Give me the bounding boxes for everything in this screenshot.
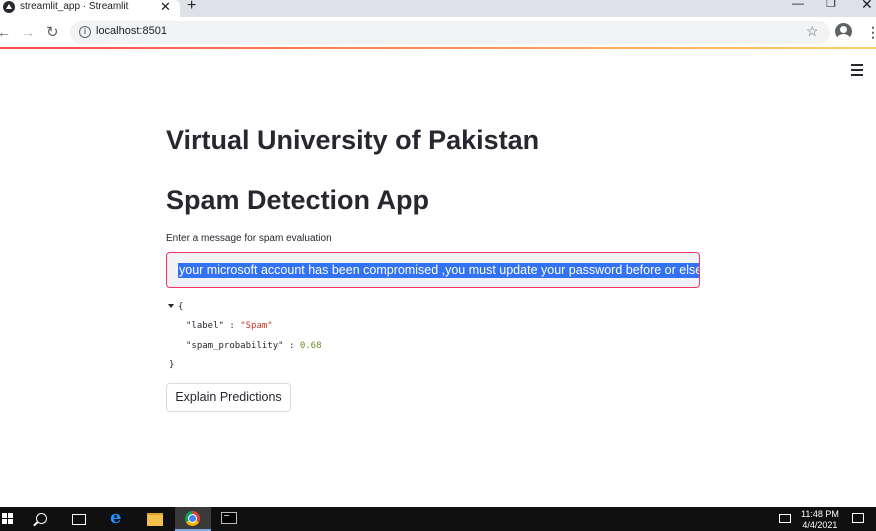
file-explorer-icon[interactable] <box>147 513 163 526</box>
json-key-probability: "spam_probability" <box>186 341 284 351</box>
restore-icon[interactable]: ❐ <box>826 0 836 10</box>
site-info-icon[interactable]: i <box>79 26 91 38</box>
forward-icon[interactable]: → <box>21 24 35 40</box>
network-tray-icon[interactable] <box>779 514 791 523</box>
streamlit-header-decoration <box>0 47 876 49</box>
clock-time: 11:48 PM <box>801 509 839 519</box>
explain-predictions-button[interactable]: Explain Predictions <box>166 383 291 412</box>
json-separator: : <box>223 321 241 331</box>
json-row-label: "label" : "Spam" <box>186 321 273 331</box>
url-text[interactable]: localhost:8501 <box>96 25 167 37</box>
collapse-caret-icon[interactable] <box>168 304 174 308</box>
action-center-icon[interactable] <box>852 513 864 523</box>
chrome-icon <box>185 511 200 526</box>
message-input-value[interactable]: your microsoft account has been compromi… <box>178 263 699 278</box>
taskbar-search-icon[interactable] <box>36 513 47 524</box>
reload-icon[interactable]: ↻ <box>46 23 59 41</box>
browser-tab[interactable]: streamlit_app · Streamlit ✕ <box>0 0 180 17</box>
json-close-brace: } <box>169 360 175 370</box>
json-value-probability: 0.68 <box>299 341 322 351</box>
taskbar-clock[interactable]: 11:48 PM 4/4/2021 <box>801 509 839 531</box>
new-tab-icon[interactable]: + <box>187 0 196 14</box>
chrome-taskbar-button[interactable] <box>175 507 211 531</box>
task-view-icon[interactable] <box>72 514 86 525</box>
browser-toolbar: ← → ↻ i localhost:8501 ☆ ⋮ <box>0 17 876 47</box>
message-input[interactable]: your microsoft account has been compromi… <box>166 252 700 288</box>
json-value-label: "Spam" <box>240 321 273 331</box>
browser-menu-icon[interactable]: ⋮ <box>866 24 876 41</box>
minimize-icon[interactable]: — <box>792 0 804 10</box>
command-prompt-icon[interactable] <box>221 512 237 524</box>
streamlit-favicon-icon <box>3 1 15 13</box>
bookmark-star-icon[interactable]: ☆ <box>806 23 819 40</box>
windows-taskbar: e 11:48 PM 4/4/2021 <box>0 507 876 531</box>
json-key-label: "label" <box>186 321 224 331</box>
tab-close-icon[interactable]: ✕ <box>160 0 171 15</box>
app-title: Spam Detection App <box>166 185 430 215</box>
address-bar[interactable]: i localhost:8501 ☆ <box>70 21 830 44</box>
window-close-icon[interactable]: ✕ <box>861 0 873 13</box>
internet-explorer-icon[interactable]: e <box>110 509 121 527</box>
profile-icon[interactable] <box>835 23 852 40</box>
hamburger-menu-icon[interactable] <box>851 64 863 79</box>
page-title: Virtual University of Pakistan <box>166 125 540 155</box>
json-row-probability: "spam_probability" : 0.68 <box>186 341 322 351</box>
json-open-brace: { <box>178 302 184 312</box>
windows-start-icon[interactable] <box>2 513 14 531</box>
back-icon[interactable]: ← <box>0 24 11 40</box>
json-separator: : <box>283 341 300 351</box>
clock-date: 4/4/2021 <box>802 520 838 530</box>
browser-tab-bar: streamlit_app · Streamlit ✕ + — ❐ ✕ <box>0 0 876 17</box>
message-input-label: Enter a message for spam evaluation <box>166 233 332 244</box>
tab-title: streamlit_app · Streamlit <box>20 1 129 12</box>
